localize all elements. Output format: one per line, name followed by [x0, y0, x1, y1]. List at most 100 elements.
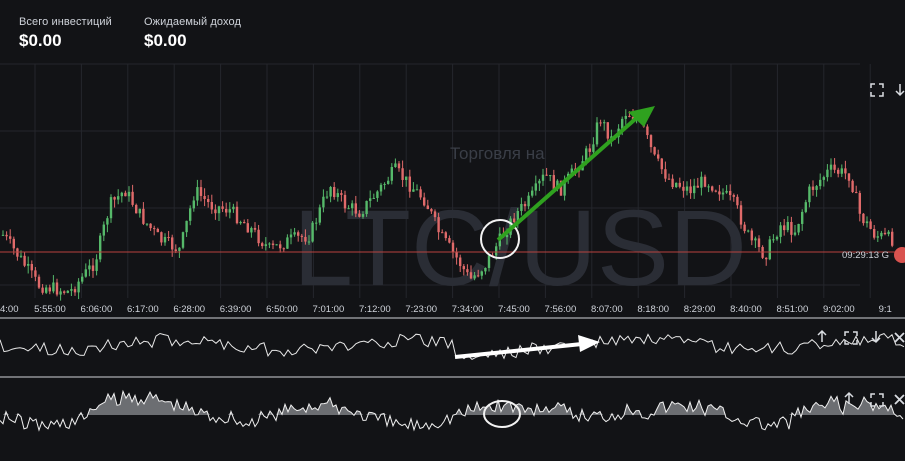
candle-body — [77, 281, 80, 293]
total-investments-label: Всего инвестиций — [19, 16, 112, 28]
candle-body — [127, 191, 131, 197]
candle-body — [671, 178, 674, 188]
candle-body — [192, 200, 195, 209]
candle-body — [664, 169, 667, 179]
candle-body — [243, 222, 246, 224]
trend-arrow-white — [454, 342, 583, 359]
candle-body — [847, 173, 851, 181]
candle-body — [779, 225, 782, 237]
x-tick-label: 6:28:00 — [173, 304, 205, 315]
x-tick-label: 6:50:00 — [266, 304, 298, 315]
x-tick-label: 9:02:00 — [823, 304, 855, 315]
candle-body — [459, 257, 462, 267]
candle-body — [772, 239, 775, 241]
candle-body — [124, 192, 127, 197]
candle-body — [455, 251, 458, 258]
candle-body — [739, 205, 743, 225]
candle-body — [376, 191, 379, 198]
candle-body — [862, 213, 865, 224]
candle-body — [383, 183, 386, 185]
candle-body — [293, 232, 296, 235]
x-tick-label: 8:29:00 — [684, 304, 716, 315]
candle-body — [257, 229, 260, 244]
candle-body — [106, 218, 109, 225]
candle-body — [250, 227, 253, 233]
candle-body — [430, 209, 433, 212]
x-tick-label: 9:1 — [879, 304, 892, 315]
x-tick-label: 7:23:00 — [405, 304, 437, 315]
candle-body — [829, 164, 833, 170]
candle-body — [390, 167, 393, 181]
candle-body — [840, 168, 843, 174]
candle-body — [451, 242, 455, 252]
candle-body — [261, 243, 264, 247]
candle-body — [588, 148, 591, 152]
trend-arrowhead-white — [578, 335, 600, 352]
candle-body — [379, 184, 383, 192]
candle-body — [660, 158, 663, 170]
candle-body — [232, 206, 235, 210]
fullscreen-icon[interactable] — [870, 83, 884, 97]
candle-body — [372, 197, 375, 199]
price-marker[interactable] — [894, 247, 905, 263]
x-tick-label: 5:55:00 — [34, 304, 66, 315]
candle-body — [628, 115, 631, 117]
candle-body — [844, 168, 847, 174]
candle-body — [221, 206, 224, 209]
close-icon[interactable] — [894, 394, 905, 405]
candle-body — [808, 186, 811, 203]
candle-body — [253, 227, 257, 230]
x-tick-label: 7:34:00 — [452, 304, 484, 315]
candle-body — [437, 217, 440, 233]
candle-body — [81, 276, 84, 282]
x-tick-label: 7:12:00 — [359, 304, 391, 315]
candle-body — [408, 176, 411, 192]
arrow-down-icon[interactable] — [895, 84, 905, 97]
candle-body — [707, 186, 710, 188]
candle-body — [37, 276, 41, 288]
candle-body — [768, 239, 771, 260]
candle-body — [657, 154, 660, 159]
candle-body — [595, 122, 599, 145]
candle-body — [55, 282, 59, 295]
candle-body — [246, 223, 249, 233]
x-tick-label: 6:39:00 — [220, 304, 252, 315]
candle-body — [444, 232, 447, 239]
candle-body — [181, 232, 185, 248]
x-tick-label: 6:06:00 — [81, 304, 113, 315]
candle-body — [423, 197, 426, 206]
candle-body — [765, 257, 768, 260]
candle-body — [729, 190, 732, 196]
close-icon[interactable] — [894, 332, 905, 343]
fullscreen-icon[interactable] — [870, 393, 884, 407]
candle-body — [495, 246, 498, 256]
candle-body — [754, 238, 757, 241]
candle-body — [819, 179, 822, 187]
candle-body — [469, 272, 473, 279]
candle-body — [149, 223, 152, 229]
candle-body — [235, 206, 239, 224]
arrow-up-icon[interactable] — [817, 329, 827, 342]
candle-body — [322, 196, 325, 208]
candle-body — [653, 147, 656, 155]
candle-body — [153, 228, 156, 230]
candle-body — [174, 249, 177, 251]
candle-body — [45, 287, 48, 293]
total-investments-value: $0.00 — [19, 31, 62, 50]
candle-body — [120, 192, 123, 197]
candle-body — [286, 237, 289, 249]
candle-body — [214, 209, 217, 214]
trading-chart[interactable]: LTC/USD Торговля на 09:29:13 G 4:00 5:55:… — [0, 62, 905, 461]
candle-body — [271, 243, 275, 246]
candle-body — [397, 163, 401, 169]
candle-body — [340, 193, 343, 195]
candle-body — [790, 221, 793, 235]
candle-body — [797, 223, 800, 233]
candle-body — [883, 232, 887, 235]
candle-body — [361, 214, 365, 217]
candle-body — [711, 186, 714, 191]
candle-body — [786, 221, 789, 231]
candle-body — [880, 232, 883, 237]
candle-body — [131, 191, 134, 205]
candle-body — [387, 180, 390, 184]
